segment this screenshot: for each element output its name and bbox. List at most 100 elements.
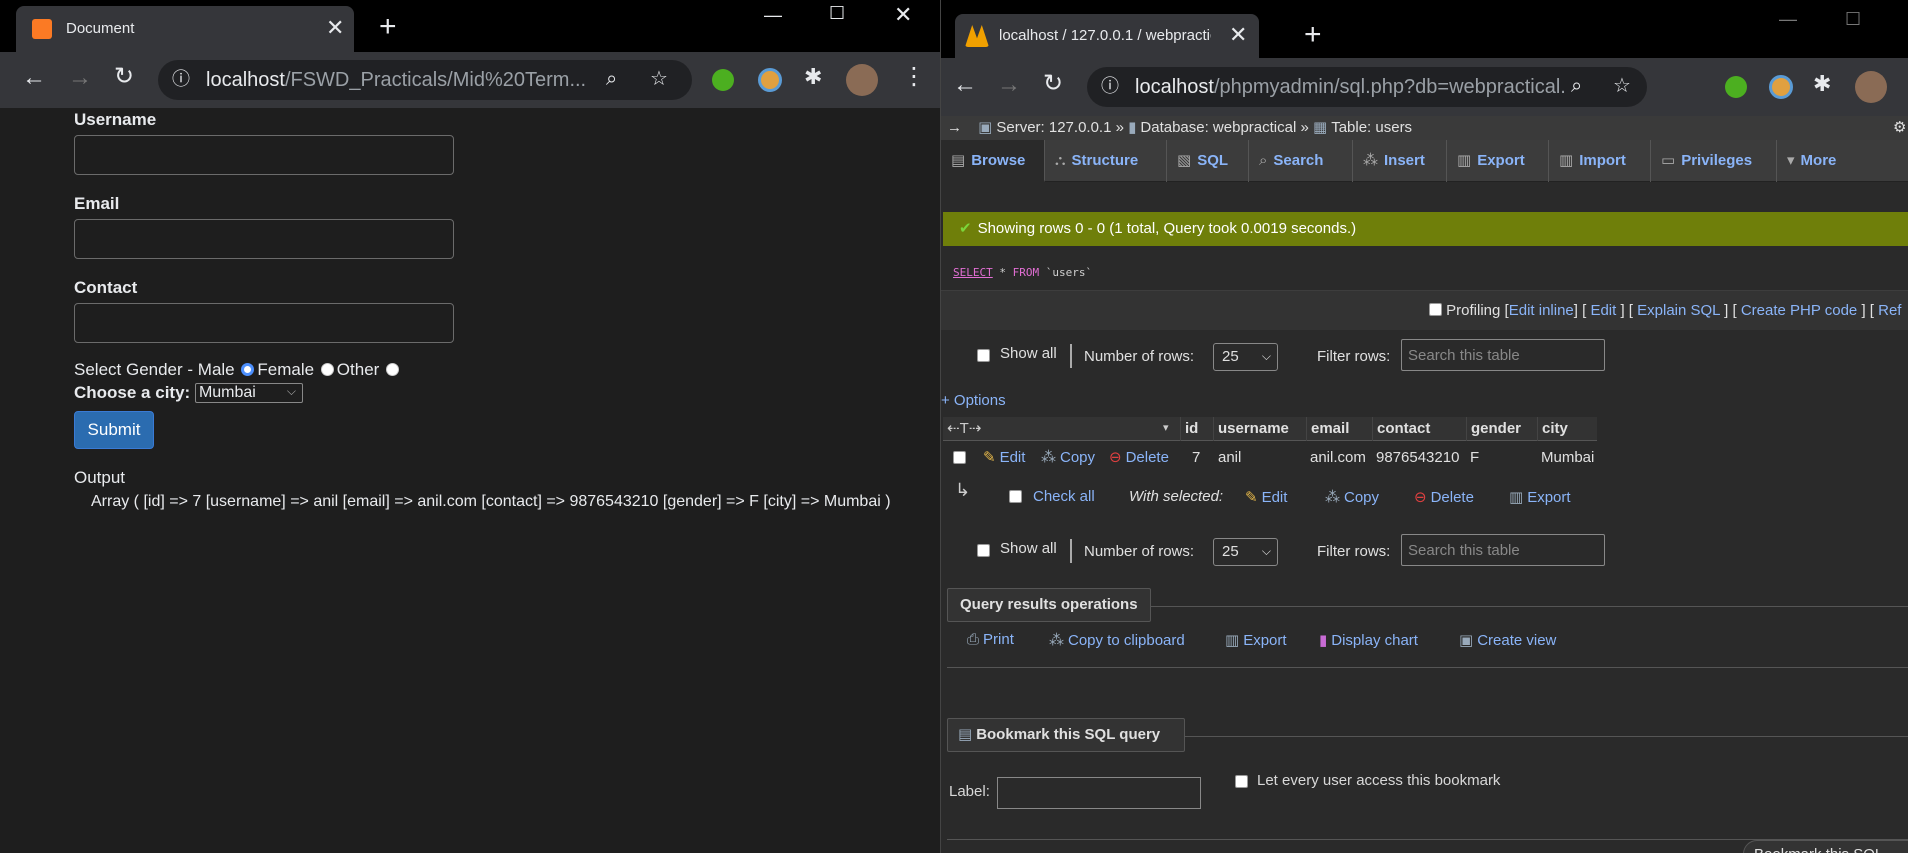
submit-button[interactable]: Submit xyxy=(74,411,154,449)
bookmark-submit-button[interactable]: Bookmark this SQL... xyxy=(1743,840,1908,853)
cell-city[interactable]: Mumbai xyxy=(1541,443,1594,473)
cell-username[interactable]: anil xyxy=(1218,443,1241,473)
profiling-checkbox[interactable] xyxy=(1429,303,1442,316)
tab-browse[interactable]: ▤ Browse xyxy=(941,140,1045,182)
right-tab-phpmyadmin[interactable]: localhost / 127.0.0.1 / webpractical / u… xyxy=(955,14,1259,58)
filter-rows-input-top[interactable]: Search this table xyxy=(1401,339,1605,371)
left-extensions-puzzle-icon[interactable]: ✱ xyxy=(804,66,822,88)
left-maximize-icon[interactable]: ☐ xyxy=(829,4,845,22)
cell-contact[interactable]: 9876543210 xyxy=(1376,443,1459,473)
right-forward-icon[interactable]: → xyxy=(997,73,1021,97)
tab-sql[interactable]: ▧ SQL xyxy=(1167,140,1249,182)
bookmark-label-input[interactable] xyxy=(997,777,1201,809)
gender-male-radio[interactable] xyxy=(241,363,255,376)
column-header-city[interactable]: city xyxy=(1537,417,1597,441)
left-bookmark-star-icon[interactable]: ☆ xyxy=(650,69,668,89)
breadcrumb-database[interactable]: Database: webpractical » xyxy=(1140,119,1308,136)
contact-input[interactable] xyxy=(74,303,454,343)
left-profile-avatar[interactable] xyxy=(846,64,878,96)
column-header-username[interactable]: username xyxy=(1213,417,1306,441)
create-view-link[interactable]: ▣ Create view xyxy=(1459,631,1556,649)
copy-to-clipboard-link[interactable]: ⁂ Copy to clipboard xyxy=(1049,631,1185,649)
row-edit-link[interactable]: ✎ Edit xyxy=(983,443,1025,473)
row-delete-link[interactable]: ⊖ Delete xyxy=(1109,443,1169,473)
left-new-tab-icon[interactable]: + xyxy=(379,12,397,42)
explain-sql-link[interactable]: Explain SQL xyxy=(1637,302,1720,319)
edit-link[interactable]: Edit xyxy=(1590,302,1616,319)
check-all-link[interactable]: Check all xyxy=(1033,488,1095,505)
left-close-window-icon[interactable]: ✕ xyxy=(894,4,912,26)
gender-female-radio[interactable] xyxy=(320,363,334,376)
column-header-contact[interactable]: contact xyxy=(1372,417,1466,441)
every-user-checkbox[interactable] xyxy=(1235,775,1248,788)
right-profile-avatar[interactable] xyxy=(1855,71,1887,103)
left-extension-alarm-icon[interactable] xyxy=(758,68,782,92)
bulk-delete-button[interactable]: ⊖ Delete xyxy=(1414,488,1474,506)
display-chart-link[interactable]: ▮ Display chart xyxy=(1319,631,1418,649)
right-address-bar[interactable]: ⓘ localhost/phpmyadmin/sql.php?db=webpra… xyxy=(1087,67,1647,107)
edit-inline-link[interactable]: Edit inline xyxy=(1509,302,1574,319)
column-header-id[interactable]: id xyxy=(1180,417,1213,441)
right-extension-green-icon[interactable] xyxy=(1725,76,1747,98)
bulk-copy-button[interactable]: ⁂ Copy xyxy=(1325,488,1379,506)
row-checkbox[interactable] xyxy=(953,451,966,464)
right-bookmark-star-icon[interactable]: ☆ xyxy=(1613,76,1631,96)
print-link[interactable]: ⎙ Print xyxy=(967,631,1014,648)
left-info-icon[interactable]: ⓘ xyxy=(172,70,190,88)
left-tab-close-icon[interactable]: ✕ xyxy=(326,17,344,39)
tab-export[interactable]: ▥ Export xyxy=(1447,140,1549,182)
cell-id[interactable]: 7 xyxy=(1192,443,1200,473)
username-input[interactable] xyxy=(74,135,454,175)
right-tab-close-icon[interactable]: ✕ xyxy=(1229,24,1247,46)
right-url[interactable]: localhost/phpmyadmin/sql.php?db=webpract… xyxy=(1135,76,1565,99)
left-menu-kebab-icon[interactable]: ⋮ xyxy=(902,65,926,89)
left-back-icon[interactable]: ← xyxy=(22,66,46,90)
options-link[interactable]: + Options xyxy=(941,392,1006,409)
left-tab-document[interactable]: Document ✕ xyxy=(16,6,354,52)
left-reload-icon[interactable]: ↻ xyxy=(114,65,134,89)
sort-chevron-icon[interactable]: ▾ xyxy=(1163,421,1169,434)
tab-search[interactable]: ⌕ Search xyxy=(1249,140,1353,182)
collapse-arrow-icon[interactable]: → xyxy=(947,119,962,136)
export-link[interactable]: ▥ Export xyxy=(1225,631,1287,649)
check-all-checkbox[interactable] xyxy=(1009,490,1022,503)
row-copy-link[interactable]: ⁂ Copy xyxy=(1041,443,1095,473)
right-extensions-puzzle-icon[interactable]: ✱ xyxy=(1813,73,1831,95)
cell-gender[interactable]: F xyxy=(1470,443,1479,473)
settings-gear-icon[interactable]: ⚙ xyxy=(1893,116,1906,140)
right-back-icon[interactable]: ← xyxy=(953,73,977,97)
column-arrows-icon[interactable]: ⇠T⇢ xyxy=(947,419,981,437)
refresh-link[interactable]: Ref xyxy=(1878,302,1901,319)
right-minimize-icon[interactable]: — xyxy=(1779,10,1797,28)
breadcrumb-server[interactable]: Server: 127.0.0.1 » xyxy=(996,119,1124,136)
gender-other-radio[interactable] xyxy=(386,363,400,376)
left-forward-icon[interactable]: → xyxy=(68,66,92,90)
filter-rows-input-bottom[interactable]: Search this table xyxy=(1401,534,1605,566)
number-of-rows-select-bottom[interactable]: 25 ⌵ xyxy=(1213,538,1278,566)
right-info-icon[interactable]: ⓘ xyxy=(1101,77,1119,95)
number-of-rows-select-top[interactable]: 25 ⌵ xyxy=(1213,343,1278,371)
city-select[interactable]: Mumbai ⌵ xyxy=(194,383,303,403)
left-extension-green-icon[interactable] xyxy=(712,69,734,91)
right-extension-alarm-icon[interactable] xyxy=(1769,75,1793,99)
bulk-export-button[interactable]: ▥ Export xyxy=(1509,488,1571,506)
sql-select-keyword[interactable]: SELECT xyxy=(953,266,993,279)
tab-more[interactable]: ▾ More xyxy=(1777,140,1869,182)
bulk-edit-button[interactable]: ✎ Edit xyxy=(1245,488,1287,506)
tab-privileges[interactable]: ▭ Privileges xyxy=(1651,140,1777,182)
column-header-email[interactable]: email xyxy=(1306,417,1372,441)
right-zoom-icon[interactable]: ⌕ xyxy=(1571,76,1582,96)
tab-insert[interactable]: ⁂ Insert xyxy=(1353,140,1447,182)
create-php-code-link[interactable]: Create PHP code xyxy=(1741,302,1857,319)
show-all-checkbox-top[interactable] xyxy=(977,349,990,362)
cell-email[interactable]: anil.com xyxy=(1310,443,1366,473)
left-minimize-icon[interactable]: — xyxy=(764,6,782,24)
left-zoom-icon[interactable]: ⌕ xyxy=(606,69,617,89)
tab-structure[interactable]: ⛬ Structure xyxy=(1045,140,1167,182)
left-url[interactable]: localhost/FSWD_Practicals/Mid%20Term... xyxy=(206,69,586,92)
tab-import[interactable]: ▥ Import xyxy=(1549,140,1651,182)
show-all-checkbox-bottom[interactable] xyxy=(977,544,990,557)
email-input[interactable] xyxy=(74,219,454,259)
column-header-gender[interactable]: gender xyxy=(1466,417,1537,441)
left-address-bar[interactable]: ⓘ localhost/FSWD_Practicals/Mid%20Term..… xyxy=(158,60,692,100)
